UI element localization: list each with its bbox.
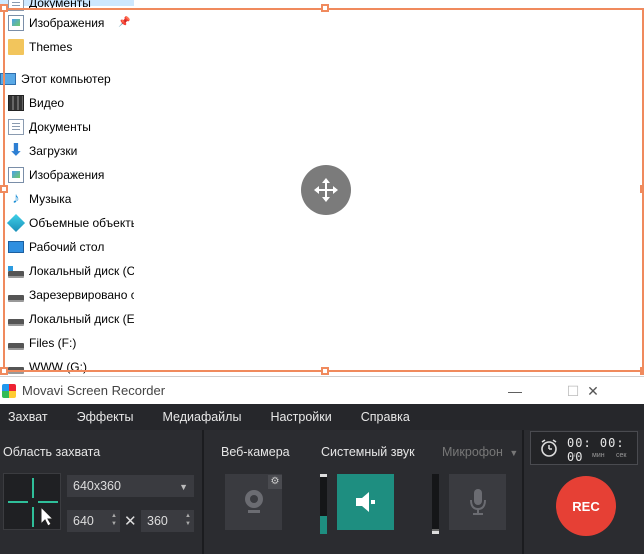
- microphone-label-text: Микрофон: [442, 445, 503, 459]
- recording-timer: 00: 00: 00 ч мин сек: [530, 431, 638, 465]
- stepper-arrows-icon: ▲ ▼: [185, 513, 191, 527]
- close-button[interactable]: ✕: [578, 377, 608, 405]
- title-bar: Movavi Screen Recorder — ☐ ✕: [0, 376, 644, 404]
- menu-capture[interactable]: Захват: [8, 410, 48, 424]
- capture-height-stepper[interactable]: 360 ▲ ▼: [141, 510, 194, 532]
- meter-cap: [320, 474, 327, 477]
- microphone-toggle-button[interactable]: [449, 474, 506, 530]
- resize-handle-bottom-left[interactable]: [0, 367, 8, 375]
- stepper-arrows-icon: ▲ ▼: [111, 513, 117, 527]
- menu-bar: Захват Эффекты Медиафайлы Настройки Спра…: [0, 404, 644, 430]
- webcam-label: Веб-камера: [221, 445, 290, 459]
- webcam-icon: [244, 490, 263, 513]
- movavi-logo-icon: [2, 383, 16, 398]
- alarm-clock-icon: [541, 439, 557, 457]
- menu-settings[interactable]: Настройки: [270, 410, 331, 424]
- system-sound-label: Системный звук: [321, 445, 415, 459]
- capture-height-value: 360: [147, 514, 168, 528]
- move-capture-area-button[interactable]: [301, 165, 351, 215]
- timer-unit-seconds: сек: [616, 452, 627, 459]
- microphone-label[interactable]: Микрофон ▼: [442, 445, 518, 459]
- speaker-icon: [355, 492, 375, 512]
- timer-value: 00: 00: 00: [567, 436, 625, 464]
- system-sound-level-meter: [320, 474, 327, 534]
- chevron-down-icon: ▼: [509, 448, 519, 458]
- resize-handle-top[interactable]: [321, 4, 329, 12]
- menu-effects[interactable]: Эффекты: [77, 410, 134, 424]
- system-sound-level-fill: [320, 516, 327, 534]
- resize-handle-left[interactable]: [0, 185, 8, 193]
- capture-area-label: Область захвата: [3, 445, 101, 459]
- resize-handle-top-left[interactable]: [0, 4, 8, 12]
- capture-preset-dropdown[interactable]: 640x360 ▼: [67, 475, 194, 497]
- record-button[interactable]: REC: [556, 476, 616, 536]
- timer-unit-minutes: мин: [592, 452, 605, 459]
- microphone-level-meter: [432, 474, 439, 534]
- move-arrows-icon: [314, 178, 338, 202]
- chevron-down-icon: ▼: [179, 482, 188, 492]
- resize-handle-right[interactable]: [640, 185, 644, 193]
- menu-help[interactable]: Справка: [361, 410, 410, 424]
- system-sound-toggle-button[interactable]: [337, 474, 394, 530]
- capture-preset-value: 640x360: [73, 479, 121, 493]
- capture-width-value: 640: [73, 514, 94, 528]
- menu-media-files[interactable]: Медиафайлы: [162, 410, 241, 424]
- meter-cap: [432, 531, 439, 534]
- minimize-button[interactable]: —: [500, 377, 530, 405]
- capture-width-stepper[interactable]: 640 ▲ ▼: [67, 510, 120, 532]
- window-title: Movavi Screen Recorder: [22, 383, 166, 398]
- dimension-times-sign: ✕: [124, 513, 137, 530]
- webcam-settings-gear-icon[interactable]: ⚙: [268, 475, 282, 489]
- crosshair-icon: [8, 478, 58, 527]
- timer-unit-hours: ч: [572, 452, 576, 459]
- microphone-icon: [469, 489, 486, 515]
- select-area-button[interactable]: [3, 473, 61, 530]
- resize-handle-bottom-right[interactable]: [640, 367, 644, 375]
- resize-handle-bottom[interactable]: [321, 367, 329, 375]
